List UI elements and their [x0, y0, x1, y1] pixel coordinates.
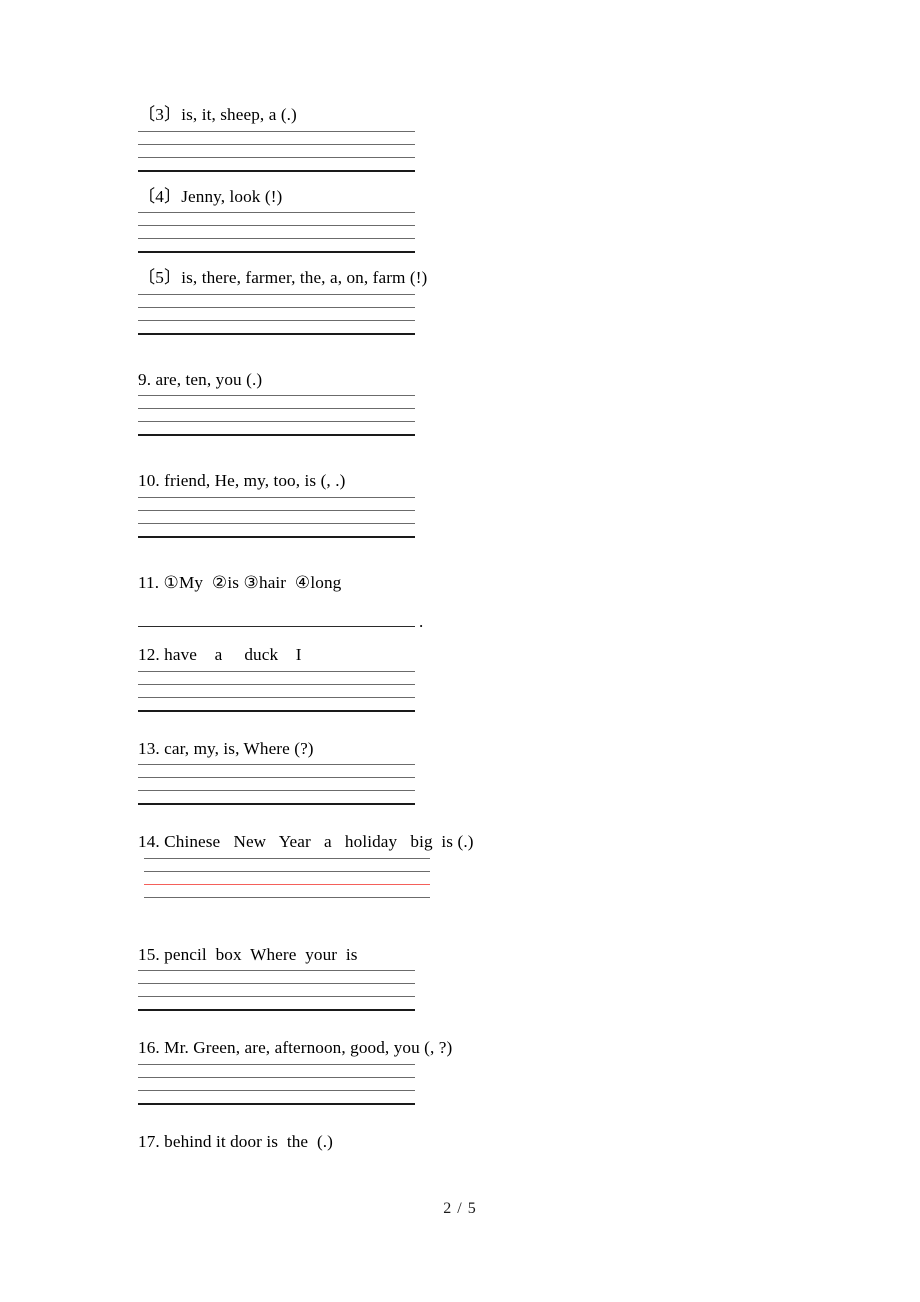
rule-line-baseline	[138, 169, 415, 172]
rule-line	[138, 509, 415, 511]
question-item: 〔4〕Jenny, look (!)	[138, 186, 838, 253]
rule-line	[138, 983, 415, 984]
question-text: 15. pencil box Where your is	[138, 944, 358, 964]
question-item: 12. have a duck I	[138, 644, 838, 712]
rule-line-highlighted	[144, 883, 430, 885]
rule-line	[138, 683, 415, 685]
rule-line	[138, 395, 415, 396]
page-number: 2 / 5	[443, 1200, 477, 1217]
answer-ruled-lines[interactable]	[138, 496, 415, 538]
rule-line	[138, 496, 415, 498]
rule-line-baseline	[138, 803, 415, 805]
rule-line-baseline	[138, 434, 415, 436]
question-item: 17. behind it door is the (.)	[138, 1131, 838, 1155]
question-item: 11. ①My ②is ③hair ④long .	[138, 572, 838, 630]
rule-line	[138, 156, 415, 158]
question-text: 〔5〕is, there, farmer, the, a, on, farm (…	[138, 268, 428, 287]
question-item: 14. Chinese New Year a holiday big is (.…	[138, 831, 838, 898]
answer-ruled-lines[interactable]	[138, 970, 415, 1011]
rule-line	[138, 238, 415, 239]
rule-line-baseline	[138, 1009, 415, 1011]
answer-ruled-lines[interactable]	[138, 670, 415, 712]
rule-line-baseline	[138, 251, 415, 253]
answer-ruled-lines[interactable]	[138, 293, 415, 335]
answer-ruled-lines[interactable]	[138, 130, 415, 172]
rule-line	[138, 970, 415, 971]
answer-ruled-lines[interactable]	[144, 857, 430, 898]
question-text: 〔4〕Jenny, look (!)	[138, 186, 283, 206]
rule-line	[138, 408, 415, 409]
rule-line	[138, 626, 415, 627]
rule-line	[138, 777, 415, 778]
answer-ruled-lines[interactable]	[138, 212, 415, 253]
rule-line	[144, 857, 430, 859]
rule-line	[138, 212, 415, 213]
rule-line	[138, 790, 415, 791]
rule-line	[138, 421, 415, 422]
question-text: 10. friend, He, my, too, is (, .)	[138, 471, 346, 490]
question-list: 〔3〕is, it, sheep, a (.) 〔4〕Jenny, look (…	[138, 104, 838, 1154]
rule-line-baseline	[138, 1102, 415, 1105]
document-page: 〔3〕is, it, sheep, a (.) 〔4〕Jenny, look (…	[0, 0, 920, 1302]
question-text: 11. ①My ②is ③hair ④long	[138, 572, 342, 592]
question-item: 9. are, ten, you (.)	[138, 369, 838, 436]
rule-line	[138, 319, 415, 321]
answer-ruled-lines[interactable]	[138, 764, 415, 805]
question-text: 〔3〕is, it, sheep, a (.)	[138, 105, 297, 124]
rule-line-baseline	[138, 332, 415, 335]
question-text: 16. Mr. Green, are, afternoon, good, you…	[138, 1038, 453, 1057]
trailing-period: .	[419, 612, 424, 631]
question-text: 14. Chinese New Year a holiday big is (.…	[138, 832, 474, 851]
question-item: 15. pencil box Where your is	[138, 944, 838, 1011]
rule-line	[138, 306, 415, 308]
rule-line-baseline	[138, 709, 415, 712]
rule-line	[138, 130, 415, 132]
question-item: 13. car, my, is, Where (?)	[138, 738, 838, 805]
question-text: 17. behind it door is the (.)	[138, 1131, 333, 1151]
rule-line	[138, 1063, 415, 1065]
question-item: 〔3〕is, it, sheep, a (.)	[138, 104, 838, 172]
rule-line	[138, 1076, 415, 1078]
rule-line-baseline	[138, 535, 415, 538]
rule-line	[138, 764, 415, 765]
rule-line	[138, 1089, 415, 1091]
answer-ruled-lines[interactable]	[138, 395, 415, 436]
rule-line	[138, 696, 415, 698]
question-item: 〔5〕is, there, farmer, the, a, on, farm (…	[138, 267, 838, 335]
rule-line	[144, 896, 430, 898]
rule-line	[138, 225, 415, 226]
rule-line	[144, 870, 430, 872]
answer-single-underline[interactable]: .	[138, 613, 423, 630]
question-text: 9. are, ten, you (.)	[138, 369, 263, 389]
question-item: 16. Mr. Green, are, afternoon, good, you…	[138, 1037, 838, 1105]
question-text: 13. car, my, is, Where (?)	[138, 738, 314, 758]
rule-line	[138, 996, 415, 997]
question-item: 10. friend, He, my, too, is (, .)	[138, 470, 838, 538]
rule-line	[138, 522, 415, 524]
rule-line	[138, 143, 415, 145]
answer-ruled-lines[interactable]	[138, 1063, 415, 1105]
rule-line	[138, 293, 415, 295]
question-text: 12. have a duck I	[138, 645, 302, 664]
rule-line	[138, 670, 415, 672]
